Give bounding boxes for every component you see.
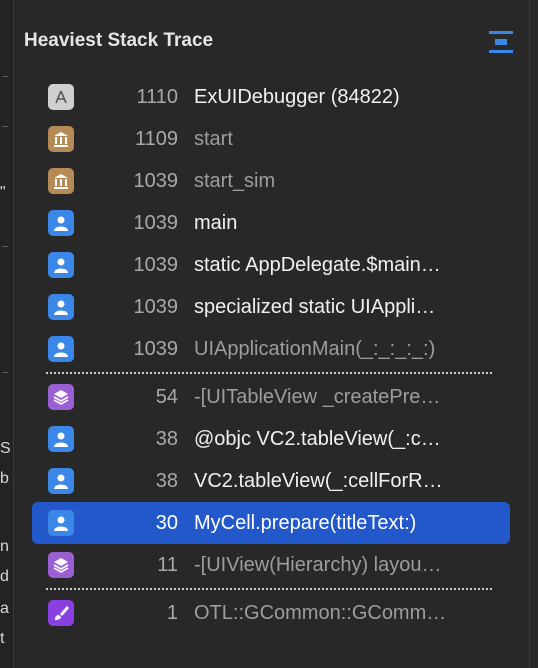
- stack-trace-list: 1110 ExUIDebugger (84822) 1109 start 103…: [32, 76, 510, 634]
- library-icon: [48, 168, 74, 194]
- user-icon: [48, 294, 74, 320]
- stack-frame-row[interactable]: 1110 ExUIDebugger (84822): [32, 76, 510, 118]
- stack-frame-row[interactable]: 38 @objc VC2.tableView(_:c…: [32, 418, 510, 460]
- sample-count: 11: [157, 553, 178, 576]
- fragment-text: b: [0, 470, 9, 487]
- sample-count: 1039: [133, 253, 179, 276]
- stack-frame-row[interactable]: 1039 static AppDelegate.$main…: [32, 244, 510, 286]
- layers-icon: [48, 552, 74, 578]
- stack-frame-row[interactable]: 11 -[UIView(Hierarchy) layou…: [32, 544, 510, 586]
- fragment-text: ": [0, 184, 6, 201]
- stack-frame-row[interactable]: 1039 start_sim: [32, 160, 510, 202]
- frame-symbol: UIApplicationMain(_:_:_:_:): [194, 337, 436, 360]
- stack-frame-row[interactable]: 38 VC2.tableView(_:cellForR…: [32, 460, 510, 502]
- sample-count: 1039: [133, 295, 179, 318]
- frame-symbol: MyCell.prepare(titleText:): [194, 511, 417, 534]
- divider: [2, 372, 8, 373]
- sample-count: 1: [166, 601, 178, 624]
- sample-count: 1039: [133, 211, 179, 234]
- stack-frame-row[interactable]: 1 OTL::GCommon::GComm…: [32, 592, 510, 634]
- fragment-text: d: [0, 568, 9, 585]
- user-icon: [48, 510, 74, 536]
- stack-layout-icon[interactable]: [488, 30, 514, 54]
- fragment-text: t: [0, 630, 5, 647]
- frame-symbol: static AppDelegate.$main…: [194, 253, 441, 276]
- stack-frame-row[interactable]: 54 -[UITableView _createPre…: [32, 376, 510, 418]
- library-icon: [48, 126, 74, 152]
- user-icon: [48, 210, 74, 236]
- fragment-text: a: [0, 600, 9, 617]
- user-icon: [48, 336, 74, 362]
- frame-symbol: specialized static UIAppli…: [194, 295, 436, 318]
- stack-frame-row[interactable]: 1039 specialized static UIAppli…: [32, 286, 510, 328]
- frame-symbol: start: [194, 127, 233, 150]
- stack-frame-row[interactable]: 1039 main: [32, 202, 510, 244]
- heaviest-stack-trace-panel: Heaviest Stack Trace 1110 ExUIDebugger (…: [14, 0, 538, 668]
- sample-count: 1109: [134, 127, 178, 150]
- panel-title: Heaviest Stack Trace: [24, 30, 214, 51]
- brush-icon: [48, 600, 74, 626]
- sample-count: 1039: [133, 337, 179, 360]
- layers-icon: [48, 384, 74, 410]
- sample-count: 1039: [133, 169, 179, 192]
- stack-frame-row[interactable]: 1039 UIApplicationMain(_:_:_:_:): [32, 328, 510, 370]
- frame-symbol: VC2.tableView(_:cellForR…: [194, 469, 443, 492]
- frame-symbol: OTL::GCommon::GComm…: [194, 601, 447, 624]
- sample-count: 38: [155, 469, 178, 492]
- frame-symbol: @objc VC2.tableView(_:c…: [194, 427, 441, 450]
- user-icon: [48, 252, 74, 278]
- fragment-text: n: [0, 538, 9, 555]
- divider: [2, 126, 8, 127]
- sample-count: 54: [155, 385, 178, 408]
- user-icon: [48, 468, 74, 494]
- stack-frame-row-selected[interactable]: 30 MyCell.prepare(titleText:): [32, 502, 510, 544]
- divider: [2, 76, 8, 77]
- frame-symbol: -[UITableView _createPre…: [194, 385, 441, 408]
- sample-count: 38: [155, 427, 178, 450]
- frame-symbol: -[UIView(Hierarchy) layou…: [194, 553, 442, 576]
- user-icon: [48, 426, 74, 452]
- sample-count: 30: [155, 511, 178, 534]
- panel-edge: [529, 0, 530, 668]
- sample-count: 1110: [136, 85, 178, 108]
- divider: [2, 246, 8, 247]
- fragment-text: S: [0, 440, 11, 457]
- frame-symbol: main: [194, 211, 238, 234]
- frame-symbol: ExUIDebugger (84822): [194, 85, 400, 108]
- adjacent-pane: " S b n d a t: [0, 0, 14, 668]
- app-icon: [48, 84, 74, 110]
- frame-symbol: start_sim: [194, 169, 276, 192]
- stack-frame-row[interactable]: 1109 start: [32, 118, 510, 160]
